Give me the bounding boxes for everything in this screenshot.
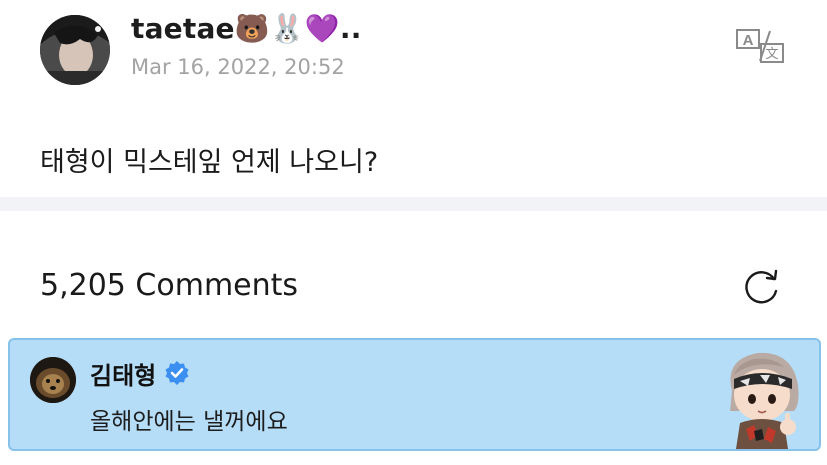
author-name[interactable]: taetae🐻🐰💜.. <box>131 12 362 45</box>
svg-text:文: 文 <box>765 47 778 62</box>
author-avatar[interactable] <box>40 15 110 85</box>
refresh-icon <box>745 269 778 304</box>
commenter-name[interactable]: 김태형 <box>90 356 156 391</box>
comments-count: 5,205 Comments <box>40 268 299 303</box>
artist-comment[interactable]: 김태형 올해안에는 낼꺼에요 <box>8 338 821 451</box>
comment-text: 올해안에는 낼꺼에요 <box>90 409 288 435</box>
post-body: 태형이 믹스테잎 언제 나오니? <box>40 147 379 178</box>
translate-icon: A 文 <box>736 29 784 63</box>
translate-button[interactable]: A 文 <box>733 26 787 66</box>
section-divider <box>0 197 827 211</box>
refresh-button[interactable] <box>740 267 782 307</box>
post-header: taetae🐻🐰💜.. Mar 16, 2022, 20:52 A 文 <box>0 0 827 110</box>
svg-text:A: A <box>743 32 754 49</box>
post-timestamp: Mar 16, 2022, 20:52 <box>131 55 345 79</box>
commenter-avatar[interactable] <box>30 357 76 403</box>
character-sticker <box>714 345 810 449</box>
verified-badge-icon <box>164 360 190 386</box>
